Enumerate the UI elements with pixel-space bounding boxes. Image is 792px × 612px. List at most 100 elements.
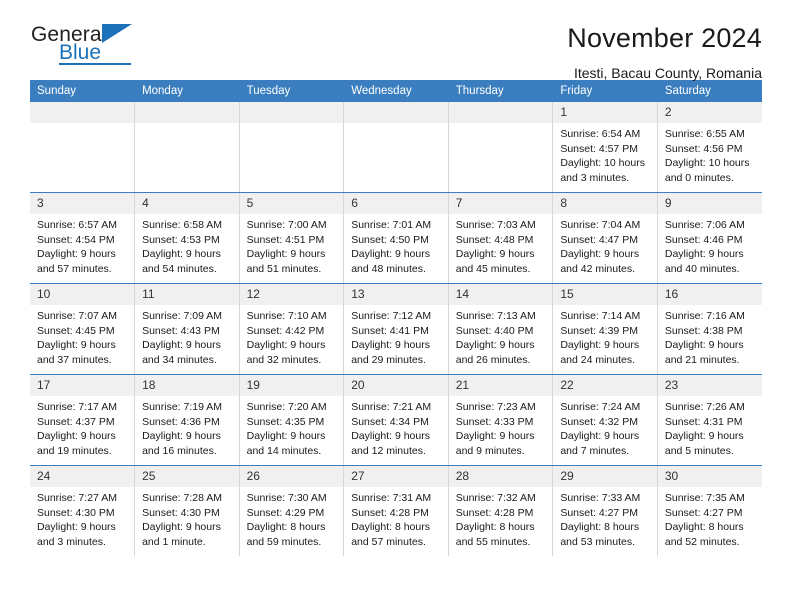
sun-info: Sunrise: 6:57 AM Sunset: 4:54 PM Daylight:…	[30, 214, 134, 276]
daylight-text-line1: Daylight: 9 hours	[246, 430, 326, 443]
calendar-day-cell[interactable]: 16 Sunrise: 7:16 AM Sunset: 4:38 PM Dayligh…	[657, 283, 762, 375]
calendar-day-cell[interactable]: 27 Sunrise: 7:31 AM Sunset: 4:28 PM Dayligh…	[343, 465, 449, 556]
sunset-text: Sunset: 4:36 PM	[142, 415, 220, 428]
daylight-text-line2: and 19 minutes.	[37, 444, 112, 457]
daylight-text-line1: Daylight: 9 hours	[246, 339, 326, 352]
daylight-text-line2: and 57 minutes.	[37, 262, 112, 275]
day-number: 21	[448, 375, 553, 396]
daylight-text-line1: Daylight: 9 hours	[351, 339, 430, 352]
calendar-day-cell[interactable]: 14 Sunrise: 7:13 AM Sunset: 4:40 PM Dayligh…	[448, 283, 554, 375]
sunrise-text: Sunrise: 7:33 AM	[560, 492, 641, 504]
calendar-day-cell[interactable]: 25 Sunrise: 7:28 AM Sunset: 4:30 PM Dayligh…	[134, 465, 240, 556]
daylight-text-line2: and 37 minutes.	[37, 353, 112, 366]
calendar-day-cell-empty	[30, 102, 136, 193]
day-number	[30, 102, 135, 123]
sunrise-text: Sunrise: 6:58 AM	[142, 219, 223, 231]
title-block: November 2024 Itesti, Bacau County, Roma…	[567, 22, 762, 80]
weekday-header-tuesday: Tuesday	[239, 80, 345, 102]
weekday-header-friday: Friday	[552, 80, 658, 102]
daylight-text-line2: and 40 minutes.	[664, 262, 740, 275]
daylight-text-line2: and 32 minutes.	[246, 353, 322, 366]
day-number: 15	[553, 284, 657, 305]
day-number: 4	[135, 193, 239, 214]
calendar-day-cell-empty	[134, 102, 240, 193]
sunset-text: Sunset: 4:46 PM	[664, 233, 743, 246]
sun-info: Sunrise: 6:58 AM Sunset: 4:53 PM Daylight:…	[135, 214, 239, 276]
sun-info: Sunrise: 7:09 AM Sunset: 4:43 PM Daylight:…	[135, 305, 239, 367]
calendar-day-cell[interactable]: 10 Sunrise: 7:07 AM Sunset: 4:45 PM Dayligh…	[30, 283, 136, 375]
day-number: 25	[135, 466, 239, 487]
sunrise-text: Sunrise: 7:28 AM	[142, 492, 223, 504]
calendar-day-cell[interactable]: 7 Sunrise: 7:03 AM Sunset: 4:48 PM Daylight…	[448, 192, 554, 284]
calendar-day-cell[interactable]: 11 Sunrise: 7:09 AM Sunset: 4:43 PM Dayligh…	[134, 283, 240, 375]
sunset-text: Sunset: 4:47 PM	[560, 233, 638, 246]
calendar-day-cell[interactable]: 17 Sunrise: 7:17 AM Sunset: 4:37 PM Dayligh…	[30, 374, 136, 466]
sunrise-text: Sunrise: 7:31 AM	[351, 492, 432, 504]
day-number: 10	[30, 284, 135, 305]
calendar-table: Sunday Monday Tuesday Wednesday Thursday…	[30, 80, 762, 556]
calendar-day-cell[interactable]: 1 Sunrise: 6:54 AM Sunset: 4:57 PM Daylight…	[552, 102, 658, 193]
calendar-day-cell[interactable]: 23 Sunrise: 7:26 AM Sunset: 4:31 PM Dayligh…	[657, 374, 762, 466]
sunset-text: Sunset: 4:39 PM	[560, 324, 638, 337]
day-number: 22	[553, 375, 657, 396]
calendar-day-cell[interactable]: 4 Sunrise: 6:58 AM Sunset: 4:53 PM Daylight…	[134, 192, 240, 284]
daylight-text-line1: Daylight: 9 hours	[560, 430, 640, 443]
sunrise-text: Sunrise: 7:04 AM	[560, 219, 641, 231]
calendar-day-cell[interactable]: 13 Sunrise: 7:12 AM Sunset: 4:41 PM Dayligh…	[343, 283, 449, 375]
calendar-day-cell[interactable]: 15 Sunrise: 7:14 AM Sunset: 4:39 PM Dayligh…	[552, 283, 658, 375]
calendar-day-cell[interactable]: 18 Sunrise: 7:19 AM Sunset: 4:36 PM Dayligh…	[134, 374, 240, 466]
calendar-day-cell[interactable]: 8 Sunrise: 7:04 AM Sunset: 4:47 PM Daylight…	[552, 192, 658, 284]
sun-info: Sunrise: 7:19 AM Sunset: 4:36 PM Daylight:…	[135, 396, 239, 458]
sunset-text: Sunset: 4:40 PM	[455, 324, 534, 337]
daylight-text-line2: and 3 minutes.	[37, 535, 106, 548]
calendar-day-cell[interactable]: 30 Sunrise: 7:35 AM Sunset: 4:27 PM Dayligh…	[657, 465, 762, 556]
sun-info: Sunrise: 7:20 AM Sunset: 4:35 PM Daylight:…	[240, 396, 344, 458]
calendar-day-cell[interactable]: 3 Sunrise: 6:57 AM Sunset: 4:54 PM Daylight…	[30, 192, 136, 284]
generalblue-logo[interactable]: General Blue	[30, 22, 150, 70]
daylight-text-line2: and 21 minutes.	[664, 353, 740, 366]
calendar-body: 1 Sunrise: 6:54 AM Sunset: 4:57 PM Daylight…	[30, 102, 762, 556]
sunrise-text: Sunrise: 7:19 AM	[142, 401, 223, 413]
calendar-day-cell[interactable]: 19 Sunrise: 7:20 AM Sunset: 4:35 PM Dayligh…	[239, 374, 345, 466]
sunrise-text: Sunrise: 7:24 AM	[560, 401, 641, 413]
day-number: 6	[344, 193, 448, 214]
daylight-text-line1: Daylight: 9 hours	[664, 339, 744, 352]
day-number: 30	[657, 466, 762, 487]
logo-text-blue: Blue	[59, 41, 102, 64]
day-number: 20	[344, 375, 448, 396]
calendar-day-cell[interactable]: 24 Sunrise: 7:27 AM Sunset: 4:30 PM Dayligh…	[30, 465, 136, 556]
day-number	[448, 102, 553, 123]
sunset-text: Sunset: 4:57 PM	[560, 142, 638, 155]
daylight-text-line1: Daylight: 9 hours	[455, 248, 535, 261]
day-number: 26	[239, 466, 344, 487]
sunset-text: Sunset: 4:27 PM	[560, 506, 638, 519]
day-number: 14	[448, 284, 553, 305]
day-number: 11	[135, 284, 239, 305]
sunset-text: Sunset: 4:53 PM	[142, 233, 220, 246]
sun-info: Sunrise: 7:00 AM Sunset: 4:51 PM Daylight:…	[240, 214, 344, 276]
calendar-day-cell[interactable]: 5 Sunrise: 7:00 AM Sunset: 4:51 PM Daylight…	[239, 192, 345, 284]
day-number: 7	[448, 193, 553, 214]
calendar-week-row: 17 Sunrise: 7:17 AM Sunset: 4:37 PM Dayligh…	[30, 374, 762, 466]
sunset-text: Sunset: 4:30 PM	[142, 506, 220, 519]
calendar-day-cell[interactable]: 20 Sunrise: 7:21 AM Sunset: 4:34 PM Dayligh…	[343, 374, 449, 466]
daylight-text-line1: Daylight: 9 hours	[664, 248, 744, 261]
calendar-page: General Blue November 2024 Itesti, Bacau…	[0, 0, 792, 612]
sunset-text: Sunset: 4:31 PM	[664, 415, 743, 428]
calendar-day-cell[interactable]: 6 Sunrise: 7:01 AM Sunset: 4:50 PM Daylight…	[343, 192, 449, 284]
sun-info: Sunrise: 7:24 AM Sunset: 4:32 PM Daylight:…	[553, 396, 657, 458]
calendar-day-cell[interactable]: 9 Sunrise: 7:06 AM Sunset: 4:46 PM Daylight…	[657, 192, 762, 284]
page-header: General Blue November 2024 Itesti, Bacau…	[30, 0, 762, 80]
daylight-text-line1: Daylight: 9 hours	[142, 430, 221, 443]
calendar-day-cell[interactable]: 28 Sunrise: 7:32 AM Sunset: 4:28 PM Dayligh…	[448, 465, 554, 556]
daylight-text-line2: and 57 minutes.	[351, 535, 426, 548]
sunrise-text: Sunrise: 6:57 AM	[37, 219, 117, 231]
calendar-day-cell[interactable]: 21 Sunrise: 7:23 AM Sunset: 4:33 PM Dayligh…	[448, 374, 554, 466]
calendar-day-cell[interactable]: 22 Sunrise: 7:24 AM Sunset: 4:32 PM Dayligh…	[552, 374, 658, 466]
sun-info: Sunrise: 7:06 AM Sunset: 4:46 PM Daylight:…	[658, 214, 762, 276]
calendar-day-cell[interactable]: 2 Sunrise: 6:55 AM Sunset: 4:56 PM Daylight…	[657, 102, 762, 193]
sun-info: Sunrise: 7:21 AM Sunset: 4:34 PM Daylight:…	[344, 396, 448, 458]
calendar-day-cell[interactable]: 26 Sunrise: 7:30 AM Sunset: 4:29 PM Dayligh…	[239, 465, 345, 556]
calendar-day-cell[interactable]: 12 Sunrise: 7:10 AM Sunset: 4:42 PM Dayligh…	[239, 283, 345, 375]
calendar-day-cell[interactable]: 29 Sunrise: 7:33 AM Sunset: 4:27 PM Dayligh…	[552, 465, 658, 556]
